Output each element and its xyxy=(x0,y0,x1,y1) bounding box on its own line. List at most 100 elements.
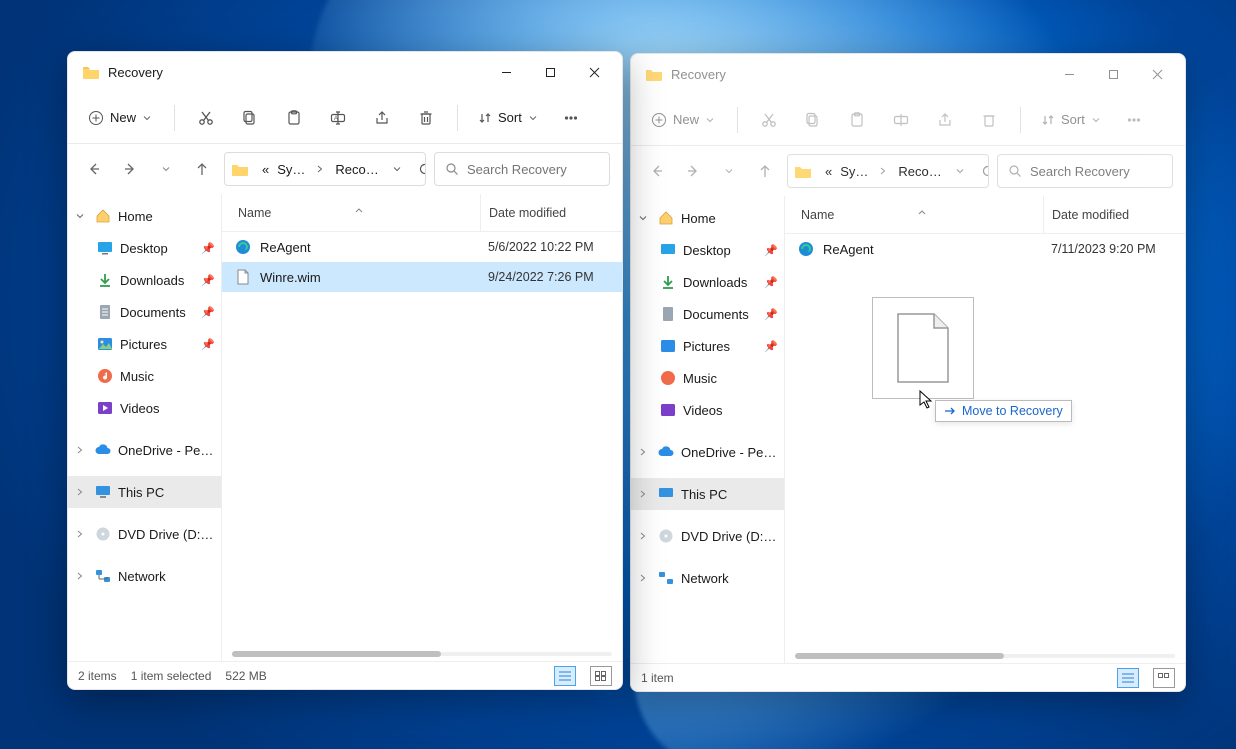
sidebar-item-thispc[interactable]: This PC xyxy=(631,478,784,510)
search-box[interactable] xyxy=(997,154,1173,188)
refresh-button[interactable] xyxy=(975,160,989,182)
sidebar-item-downloads[interactable]: Downloads📌 xyxy=(68,264,221,296)
sidebar-item-desktop[interactable]: Desktop📌 xyxy=(631,234,784,266)
new-button[interactable]: New xyxy=(641,106,725,134)
breadcrumb-seg[interactable]: Sy… xyxy=(837,160,871,183)
downloads-icon xyxy=(96,271,114,289)
more-button[interactable] xyxy=(552,101,590,135)
horizontal-scrollbar[interactable] xyxy=(785,649,1185,663)
search-input[interactable] xyxy=(1030,164,1186,179)
share-button[interactable] xyxy=(363,101,401,135)
sidebar-item-pictures[interactable]: Pictures📌 xyxy=(68,328,221,360)
rename-button[interactable]: A xyxy=(319,101,357,135)
sidebar-item-music[interactable]: Music xyxy=(631,362,784,394)
up-button[interactable] xyxy=(751,155,779,187)
breadcrumb[interactable]: « Sy… Reco… xyxy=(224,152,426,186)
view-details-button[interactable] xyxy=(554,666,576,686)
titlebar[interactable]: Recovery xyxy=(631,54,1185,94)
delete-button[interactable] xyxy=(407,101,445,135)
file-row[interactable]: ReAgent 5/6/2022 10:22 PM xyxy=(222,232,622,262)
sidebar-item-onedrive[interactable]: OneDrive - Personal xyxy=(631,436,784,468)
column-header-date[interactable]: Date modified xyxy=(480,194,622,231)
chevron-down-icon[interactable] xyxy=(947,162,973,180)
sidebar-item-onedrive[interactable]: OneDrive - Personal xyxy=(68,434,221,466)
recent-button[interactable] xyxy=(715,155,743,187)
sidebar-item-dvd[interactable]: DVD Drive (D:) CCCO xyxy=(68,518,221,550)
more-button[interactable] xyxy=(1115,103,1153,137)
new-button[interactable]: New xyxy=(78,104,162,132)
minimize-button[interactable] xyxy=(484,57,528,87)
breadcrumb-seg[interactable]: Sy… xyxy=(274,158,308,181)
videos-icon xyxy=(96,399,114,417)
search-box[interactable] xyxy=(434,152,610,186)
back-button[interactable] xyxy=(80,153,108,185)
back-button[interactable] xyxy=(643,155,671,187)
search-input[interactable] xyxy=(467,162,623,177)
sidebar-item-thispc[interactable]: This PC xyxy=(68,476,221,508)
sort-button[interactable]: Sort xyxy=(470,104,546,131)
sidebar-item-videos[interactable]: Videos xyxy=(631,394,784,426)
file-row[interactable]: ReAgent 7/11/2023 9:20 PM xyxy=(785,234,1185,264)
sidebar-item-videos[interactable]: Videos xyxy=(68,392,221,424)
close-button[interactable] xyxy=(1135,59,1179,89)
share-button[interactable] xyxy=(926,103,964,137)
column-header-name[interactable]: Name xyxy=(238,206,480,220)
sidebar-item-music[interactable]: Music xyxy=(68,360,221,392)
cut-button[interactable] xyxy=(187,101,225,135)
view-large-button[interactable] xyxy=(1153,668,1175,688)
file-name: Winre.wim xyxy=(260,270,472,285)
sidebar-item-home[interactable]: Home xyxy=(68,200,221,232)
breadcrumb-seg[interactable]: Reco… xyxy=(332,158,381,181)
statusbar: 2 items 1 item selected 522 MB xyxy=(68,661,622,689)
copy-button[interactable] xyxy=(231,101,269,135)
sidebar-item-home[interactable]: Home xyxy=(631,202,784,234)
chevron-right-icon[interactable] xyxy=(72,530,88,538)
sidebar-item-network[interactable]: Network xyxy=(631,562,784,594)
forward-button[interactable] xyxy=(679,155,707,187)
sidebar-item-dvd[interactable]: DVD Drive (D:) CCCO xyxy=(631,520,784,552)
file-name: ReAgent xyxy=(260,240,472,255)
chevron-right-icon[interactable] xyxy=(72,446,88,454)
minimize-button[interactable] xyxy=(1047,59,1091,89)
chevron-right-icon[interactable] xyxy=(72,572,88,580)
file-date: 5/6/2022 10:22 PM xyxy=(480,240,622,254)
sidebar-item-documents[interactable]: Documents📌 xyxy=(68,296,221,328)
sidebar-item-network[interactable]: Network xyxy=(68,560,221,592)
file-name: ReAgent xyxy=(823,242,1035,257)
cut-button[interactable] xyxy=(750,103,788,137)
column-header-name[interactable]: Name xyxy=(801,208,1043,222)
view-large-button[interactable] xyxy=(590,666,612,686)
recent-button[interactable] xyxy=(152,153,180,185)
maximize-button[interactable] xyxy=(528,57,572,87)
horizontal-scrollbar[interactable] xyxy=(222,647,622,661)
up-button[interactable] xyxy=(188,153,216,185)
paste-button[interactable] xyxy=(838,103,876,137)
maximize-button[interactable] xyxy=(1091,59,1135,89)
breadcrumb[interactable]: « Sy… Reco… xyxy=(787,154,989,188)
sidebar-item-pictures[interactable]: Pictures📌 xyxy=(631,330,784,362)
chevron-right-icon[interactable] xyxy=(310,161,330,177)
chevron-right-icon[interactable] xyxy=(873,163,893,179)
forward-button[interactable] xyxy=(116,153,144,185)
sidebar-item-desktop[interactable]: Desktop📌 xyxy=(68,232,221,264)
delete-button[interactable] xyxy=(970,103,1008,137)
sort-button[interactable]: Sort xyxy=(1033,106,1109,133)
sidebar-item-downloads[interactable]: Downloads📌 xyxy=(631,266,784,298)
copy-button[interactable] xyxy=(794,103,832,137)
file-row[interactable]: Winre.wim 9/24/2022 7:26 PM xyxy=(222,262,622,292)
titlebar[interactable]: Recovery xyxy=(68,52,622,92)
rename-button[interactable] xyxy=(882,103,920,137)
column-header-date[interactable]: Date modified xyxy=(1043,196,1185,233)
chevron-down-icon[interactable] xyxy=(384,160,410,178)
edge-icon xyxy=(797,240,815,258)
chevron-down-icon xyxy=(528,113,538,123)
close-button[interactable] xyxy=(572,57,616,87)
paste-button[interactable] xyxy=(275,101,313,135)
breadcrumb-seg[interactable]: Reco… xyxy=(895,160,944,183)
refresh-button[interactable] xyxy=(412,158,426,180)
chevron-down-icon[interactable] xyxy=(72,211,88,221)
toolbar: New Sort xyxy=(631,94,1185,146)
sidebar-item-documents[interactable]: Documents📌 xyxy=(631,298,784,330)
chevron-right-icon[interactable] xyxy=(72,488,88,496)
view-details-button[interactable] xyxy=(1117,668,1139,688)
